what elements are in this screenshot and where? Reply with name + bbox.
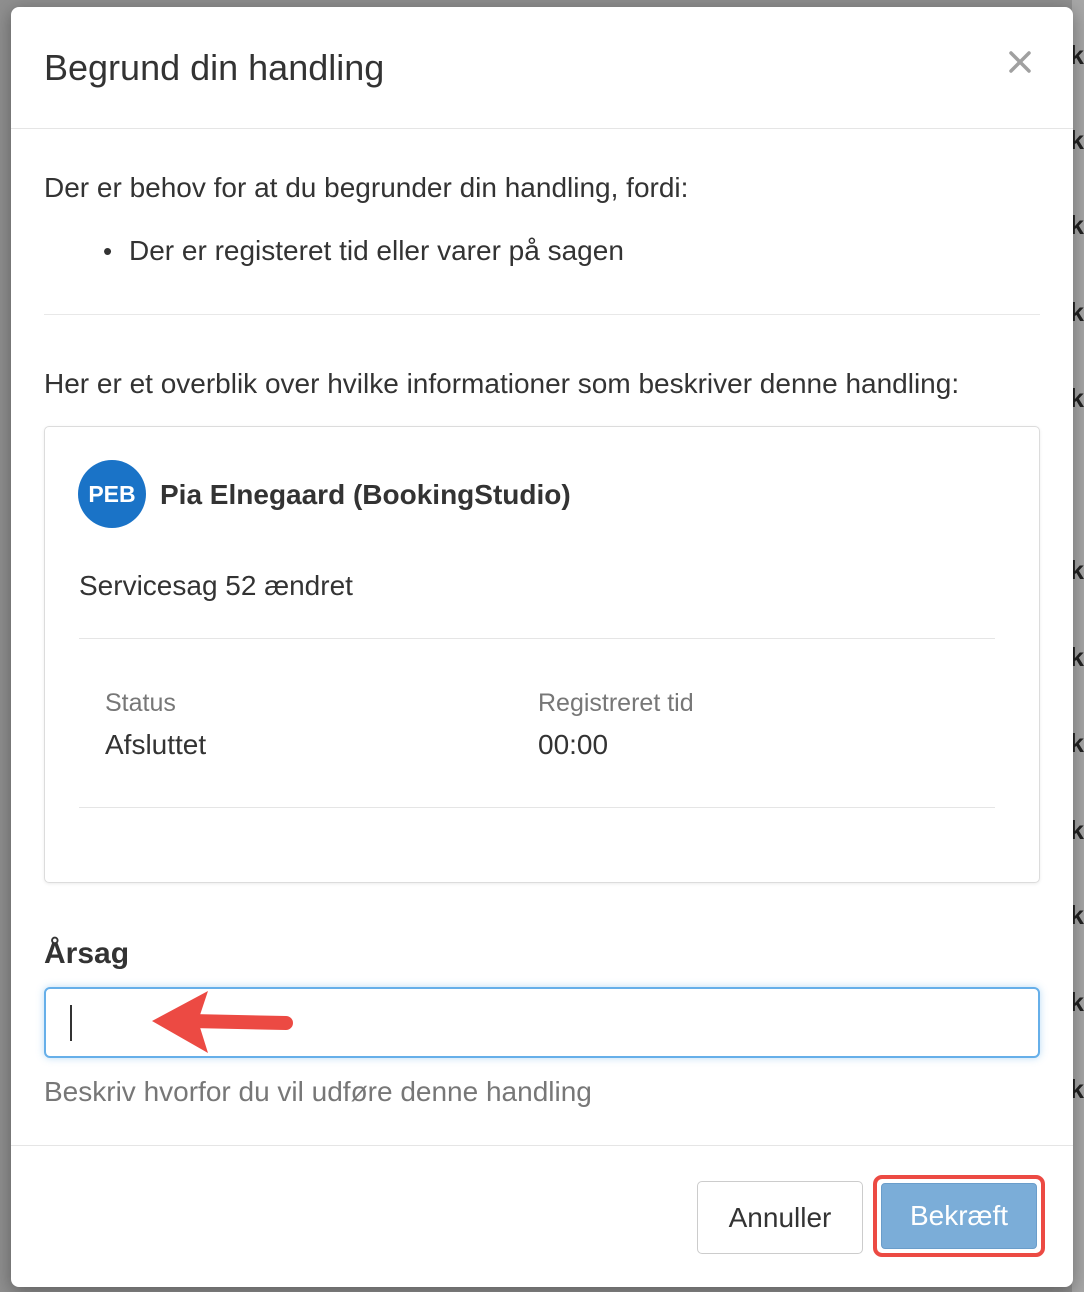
background-page-edge: k k k k k k k k k k k k — [1070, 0, 1084, 1292]
annotation-arrow-icon — [152, 991, 293, 1053]
reason-list-item: Der er registeret tid eller varer på sag… — [71, 235, 624, 267]
registered-time-value: 00:00 — [538, 729, 609, 760]
reason-help-text: Beskriv hvorfor du vil udføre denne hand… — [44, 1076, 592, 1107]
card-divider — [79, 638, 995, 639]
confirm-button[interactable]: Bekræft — [881, 1183, 1037, 1249]
event-card: PEB Pia Elnegaard (BookingStudio) Servic… — [44, 426, 1040, 883]
divider — [44, 314, 1040, 315]
overview-label: Her er et overblik over hvilke informati… — [44, 368, 960, 399]
card-divider — [79, 807, 995, 808]
status-label: Status — [105, 689, 176, 717]
close-icon — [1009, 51, 1031, 73]
event-description: Servicesag 52 ændret — [79, 570, 353, 601]
close-button[interactable] — [1005, 47, 1035, 77]
footer-divider — [11, 1145, 1073, 1146]
avatar: PEB — [78, 460, 146, 528]
intro-text: Der er behov for at du begrunder din han… — [44, 172, 689, 203]
cancel-button[interactable]: Annuller — [697, 1181, 863, 1254]
status-value: Afsluttet — [105, 729, 207, 760]
modal-header: Begrund din handling — [11, 7, 1073, 129]
text-caret — [70, 1005, 72, 1041]
user-name: Pia Elnegaard (BookingStudio) — [160, 479, 571, 510]
registered-time-label: Registreret tid — [538, 689, 694, 717]
justification-dialog: Begrund din handling Der er behov for at… — [11, 7, 1073, 1287]
modal-title: Begrund din handling — [44, 47, 385, 88]
reason-label: Årsag — [44, 937, 130, 970]
reason-list: Der er registeret tid eller varer på sag… — [71, 235, 624, 267]
